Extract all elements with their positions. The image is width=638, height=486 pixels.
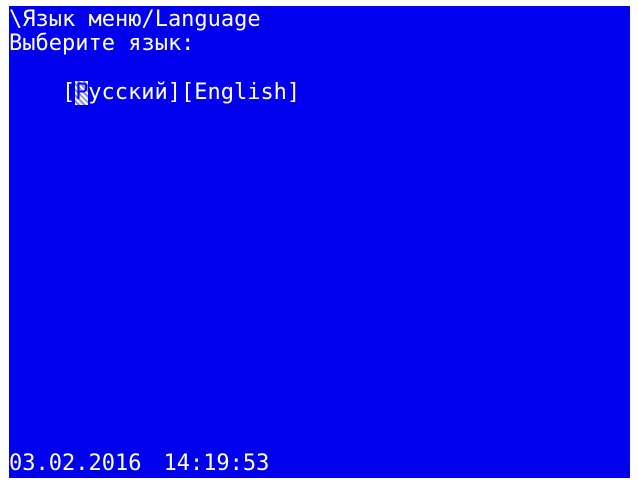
- device-screen: \Язык меню/Language Выберите язык: [Русс…: [9, 6, 630, 478]
- language-prompt: Выберите язык:: [9, 31, 195, 56]
- menu-title: \Язык меню/Language: [9, 7, 261, 32]
- status-date: 03.02.2016: [9, 451, 142, 476]
- option-russian[interactable]: [Русский]: [62, 80, 181, 105]
- option-russian-close-bracket: ]: [167, 80, 181, 105]
- text-cursor: Р: [75, 80, 89, 105]
- option-russian-label: усский: [88, 80, 168, 105]
- status-datetime: 03.02.2016 14:19:53: [9, 452, 269, 476]
- option-english[interactable]: [English]: [181, 80, 300, 105]
- language-options: [Русский][English]: [9, 57, 300, 129]
- option-russian-open-bracket: [: [61, 80, 76, 105]
- status-time: 14:19:53: [163, 451, 270, 476]
